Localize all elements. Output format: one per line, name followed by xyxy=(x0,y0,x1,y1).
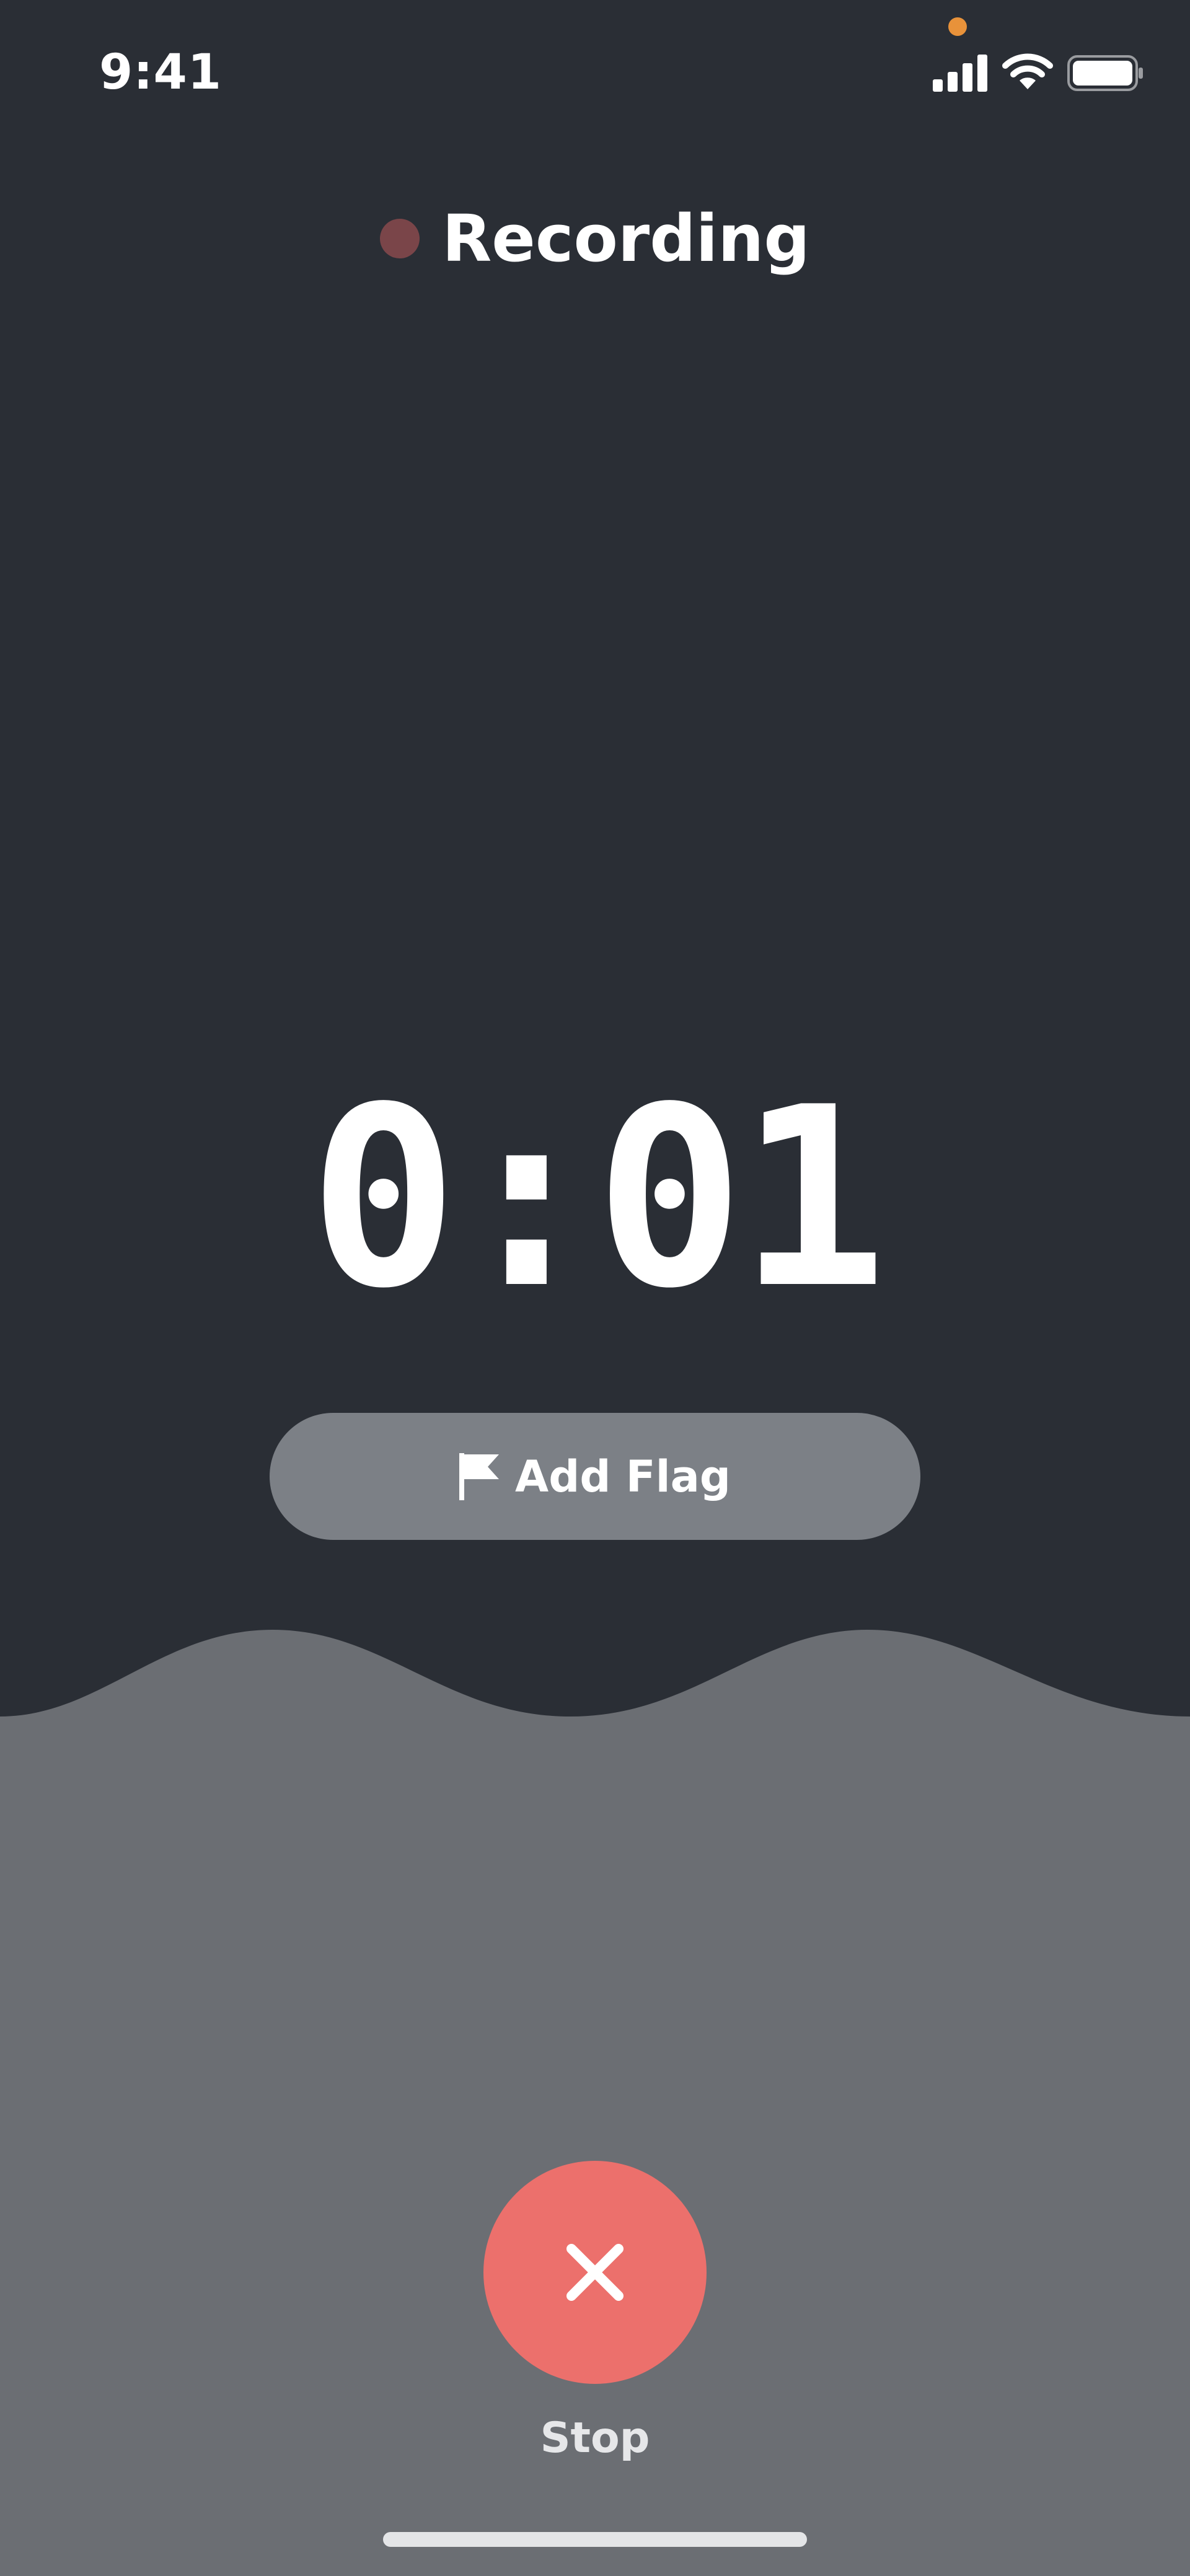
battery-icon xyxy=(1067,55,1143,91)
close-icon xyxy=(566,2244,624,2301)
recording-indicator-dot xyxy=(380,219,420,258)
wifi-icon xyxy=(1002,53,1053,89)
signal-icon xyxy=(933,55,987,92)
home-indicator[interactable] xyxy=(383,2532,807,2547)
wave-divider xyxy=(0,1630,1190,1723)
recording-header: Recording xyxy=(0,198,1190,279)
stop-button[interactable] xyxy=(483,2161,707,2384)
status-time: 9:41 xyxy=(99,45,223,100)
elapsed-timer: 0:01 xyxy=(309,1055,887,1343)
stop-label: Stop xyxy=(540,2414,650,2463)
flag-icon xyxy=(459,1453,500,1500)
page-title: Recording xyxy=(442,201,810,276)
privacy-indicator-dot xyxy=(948,17,967,36)
add-flag-label: Add Flag xyxy=(515,1451,731,1502)
recording-screen: 9:41 Recording 0:01 Add Flag Stop xyxy=(0,0,1190,2576)
add-flag-button[interactable]: Add Flag xyxy=(270,1413,920,1540)
